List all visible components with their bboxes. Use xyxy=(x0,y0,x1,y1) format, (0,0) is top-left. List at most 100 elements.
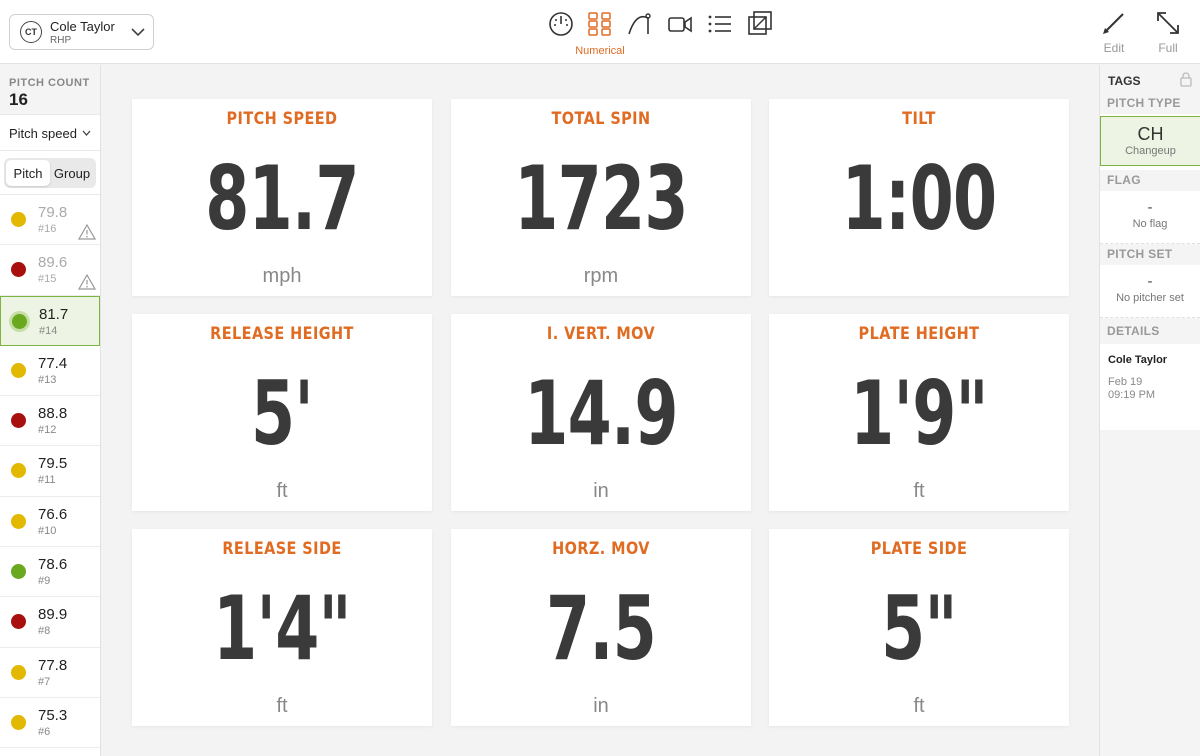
pitch-row[interactable]: 89.9 #8 xyxy=(0,597,100,648)
metric-unit: ft xyxy=(276,480,288,502)
details-name: Cole Taylor xyxy=(1108,354,1168,366)
pitch-row[interactable]: 77.4 #13 xyxy=(0,346,100,397)
pitch-number: #8 xyxy=(38,625,51,638)
metric-card: TILT 1:00 xyxy=(769,99,1069,296)
pitch-row[interactable]: 77.8 #7 xyxy=(0,648,100,698)
pitch-speed: 89.9 xyxy=(38,606,68,624)
chevron-down-icon xyxy=(82,130,91,136)
pitch-type-tag[interactable]: CH Changeup xyxy=(1100,116,1200,166)
pitch-row[interactable]: 76.6 #10 xyxy=(0,497,100,548)
details-date-day: Feb 19 xyxy=(1108,376,1143,388)
tab-pitch[interactable]: Pitch xyxy=(6,160,50,186)
metric-card: HORZ. MOV 7.5 in xyxy=(451,529,751,726)
tab-group[interactable]: Group xyxy=(50,160,94,186)
metric-card: PLATE HEIGHT 1'9" ft xyxy=(769,314,1069,511)
pitch-row[interactable]: 78.6 #9 xyxy=(0,547,100,598)
pitch-speed: 75.3 xyxy=(38,706,68,724)
avatar: CT xyxy=(20,21,42,43)
pitch-color-dot xyxy=(12,313,27,329)
pitch-color-dot xyxy=(11,413,26,429)
metric-title: HORZ. MOV xyxy=(552,539,650,559)
pitch-color-dot xyxy=(11,262,26,278)
pitch-row[interactable]: 88.8 #12 xyxy=(0,396,100,447)
pitch-type-name: Changeup xyxy=(1125,145,1176,157)
metric-unit: rpm xyxy=(583,265,619,287)
grid-icon[interactable] xyxy=(586,10,614,38)
trajectory-icon[interactable] xyxy=(626,10,654,38)
layers-icon[interactable] xyxy=(746,10,774,38)
pitch-number: #7 xyxy=(38,675,51,688)
pitch-row[interactable]: 89.6 #15 xyxy=(0,245,100,296)
tags-header: TAGS xyxy=(1100,65,1200,93)
pitch-type-header: PITCH TYPE xyxy=(1100,93,1200,114)
flag-header: FLAG xyxy=(1100,170,1200,191)
pitch-speed: 78.6 xyxy=(38,556,68,574)
player-hand: RHP xyxy=(50,35,72,46)
metric-value: 5" xyxy=(881,577,957,680)
metric-card: RELEASE SIDE 1'4" ft xyxy=(132,529,432,726)
metric-unit: ft xyxy=(913,480,925,502)
pitch-sidebar: PITCH COUNT 16 Pitch speed Pitch Group 7… xyxy=(0,65,101,756)
pitch-row[interactable]: 81.7 #14 xyxy=(0,295,100,346)
pitch-speed: 81.7 xyxy=(39,305,69,323)
pitch-speed: 79.8 xyxy=(38,204,68,221)
metric-title: RELEASE SIDE xyxy=(222,539,342,559)
pitch-set-box[interactable]: - No pitcher set xyxy=(1100,265,1200,318)
metric-title: I. VERT. MOV xyxy=(546,324,656,344)
metric-card: RELEASE HEIGHT 5' ft xyxy=(132,314,432,511)
lock-icon[interactable] xyxy=(1180,72,1192,87)
metric-card: TOTAL SPIN 1723 rpm xyxy=(451,99,751,296)
pitch-group-toggle: Pitch Group xyxy=(0,151,100,195)
view-mode-label: Numerical xyxy=(575,45,625,57)
video-icon[interactable] xyxy=(666,10,694,38)
full-label: Full xyxy=(1158,41,1178,55)
pitch-number: #13 xyxy=(38,373,57,386)
pitch-number: #11 xyxy=(38,474,56,487)
metric-value: 1'4" xyxy=(213,577,351,680)
metric-value: 7.5 xyxy=(545,577,657,680)
metric-selector[interactable]: Pitch speed xyxy=(0,115,100,151)
metric-value: 1723 xyxy=(514,147,688,250)
metric-title: TOTAL SPIN xyxy=(551,109,651,129)
pitch-number: #16 xyxy=(38,223,57,235)
pitch-number: #10 xyxy=(38,524,57,537)
metric-card: PLATE SIDE 5" ft xyxy=(769,529,1069,726)
metric-card: I. VERT. MOV 14.9 in xyxy=(451,314,751,511)
pitch-row[interactable]: 79.8 #16 xyxy=(0,195,100,246)
pitch-type-abbr: CH xyxy=(1137,124,1164,144)
pitch-color-dot xyxy=(11,212,26,227)
chevron-down-icon xyxy=(131,28,145,37)
pitch-number: #6 xyxy=(38,725,51,738)
pitch-speed: 76.6 xyxy=(38,505,68,523)
player-selector[interactable]: CT Cole Taylor RHP xyxy=(9,14,154,50)
pitch-row[interactable]: 79.5 #11 xyxy=(0,446,100,497)
metric-title: PITCH SPEED xyxy=(226,109,338,129)
pitch-speed: 77.4 xyxy=(38,354,68,372)
metric-value: 1:00 xyxy=(841,147,997,250)
edit-button[interactable]: Edit xyxy=(1089,10,1139,55)
metric-title: RELEASE HEIGHT xyxy=(210,324,354,344)
pitch-number: #14 xyxy=(39,324,58,337)
pitch-speed: 79.5 xyxy=(38,455,68,473)
gauge-icon[interactable] xyxy=(547,10,575,38)
full-button[interactable]: Full xyxy=(1143,10,1193,55)
pitch-count-label: PITCH COUNT xyxy=(9,77,90,89)
flag-dash: - xyxy=(1147,199,1153,216)
edit-label: Edit xyxy=(1103,41,1125,55)
pitch-color-dot xyxy=(11,513,26,529)
pitch-count-value: 16 xyxy=(9,90,28,109)
pitch-color-dot xyxy=(11,463,26,479)
pitch-color-dot xyxy=(11,362,26,378)
metric-unit: ft xyxy=(913,695,925,717)
tags-label: TAGS xyxy=(1108,74,1141,88)
metric-card: PITCH SPEED 81.7 mph xyxy=(132,99,432,296)
player-name: Cole Taylor xyxy=(50,19,115,34)
pitch-speed: 77.8 xyxy=(38,656,68,674)
metric-unit: in xyxy=(593,695,609,717)
pitch-row[interactable]: 75.3 #6 xyxy=(0,698,100,749)
warning-icon xyxy=(78,224,96,240)
pitch-number: #12 xyxy=(38,424,57,437)
metric-value: 5' xyxy=(250,362,314,465)
list-icon[interactable] xyxy=(706,10,734,38)
flag-box[interactable]: - No flag xyxy=(1100,191,1200,244)
